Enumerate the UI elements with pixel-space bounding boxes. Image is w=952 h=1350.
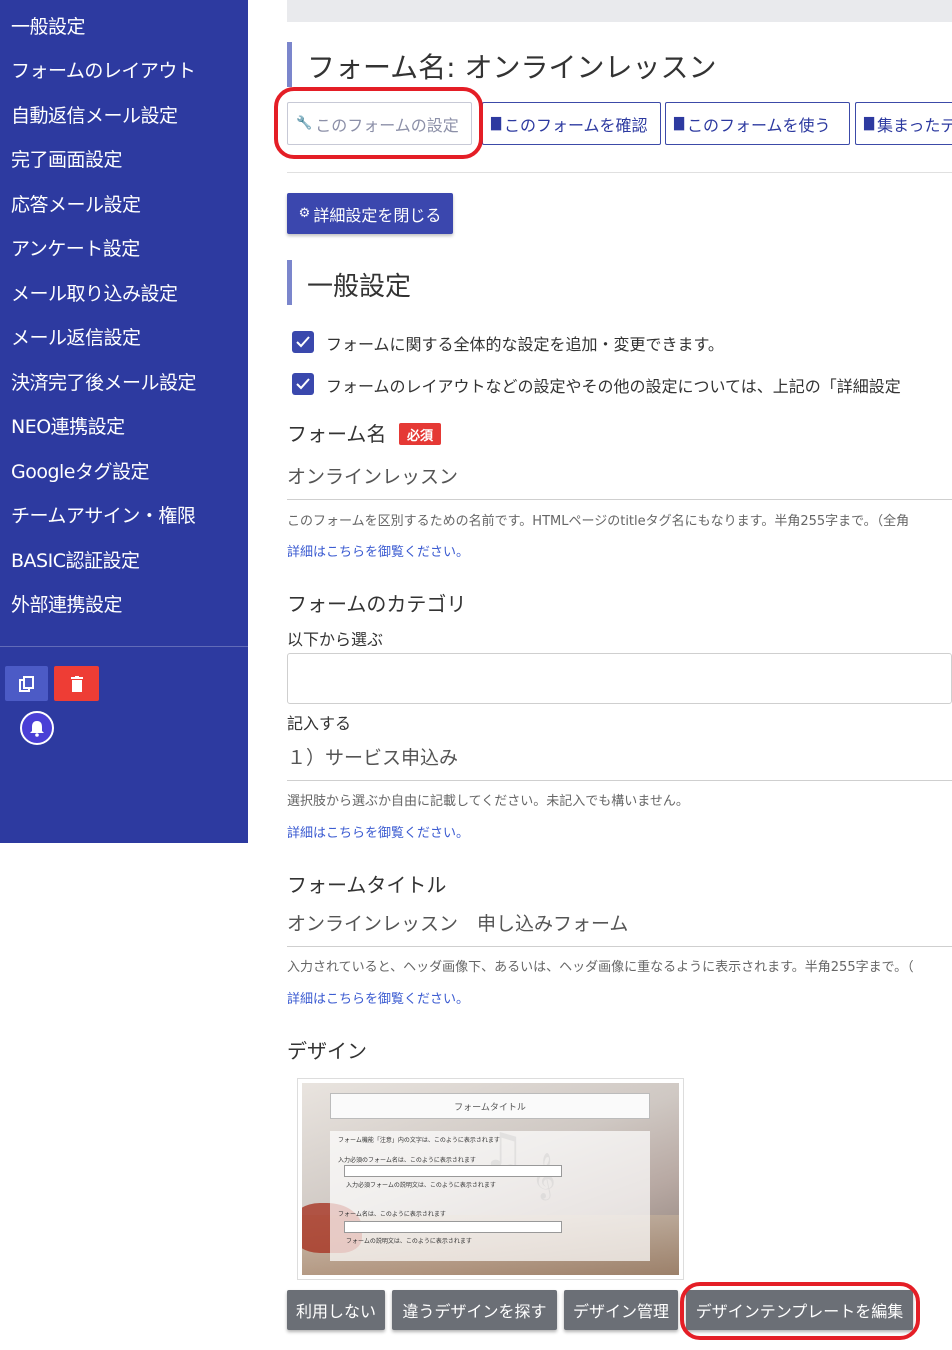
category-input[interactable]: １）サービス申込み — [287, 743, 952, 781]
category-help-link[interactable]: 詳細はこちらを御覧ください。 — [287, 822, 469, 841]
design-preview[interactable]: ♫ 𝄞 フォームタイトル フォーム機能「注意」内の文字は、このように表示されます… — [297, 1078, 684, 1280]
form-name-label: フォーム名 — [287, 422, 387, 446]
close-detail-settings-button[interactable]: ⚙ 詳細設定を閉じる — [287, 193, 453, 234]
form-title-label: フォームタイトル — [287, 873, 447, 897]
find-design-button[interactable]: 違うデザインを探す — [392, 1290, 557, 1330]
checkbox-note-2 — [292, 373, 314, 395]
sidebar-item-auto-reply[interactable]: 自動返信メール設定 — [11, 101, 178, 128]
delete-form-button[interactable] — [54, 666, 99, 701]
form-use-label: このフォームを使う — [687, 115, 831, 135]
top-bar — [287, 0, 952, 22]
sidebar-item-mail-import[interactable]: メール取り込み設定 — [11, 279, 178, 306]
sidebar-item-response-mail[interactable]: 応答メール設定 — [11, 190, 141, 217]
category-select-label: 以下から選ぶ — [287, 630, 384, 649]
preview-text-2: 入力必須のフォーム名は、このように表示されます — [338, 1157, 476, 1164]
preview-text-5: フォームの説明文は、このように表示されます — [346, 1238, 472, 1245]
sidebar-item-basic-auth[interactable]: BASIC認証設定 — [11, 546, 140, 573]
checkbox-note-1 — [292, 331, 314, 353]
checkmark-icon — [296, 336, 310, 348]
title-accent-bar — [287, 42, 292, 87]
form-use-button[interactable]: ▇ このフォームを使う — [665, 102, 850, 145]
form-name-help-link[interactable]: 詳細はこちらを御覧ください。 — [287, 541, 469, 560]
form-preview-label: このフォームを確認 — [504, 115, 648, 135]
document-icon: ▇ — [491, 116, 501, 131]
design-preview-image: ♫ 𝄞 フォームタイトル フォーム機能「注意」内の文字は、このように表示されます… — [302, 1083, 679, 1275]
form-title-input[interactable]: オンラインレッスン 申し込みフォーム — [287, 909, 952, 947]
checkmark-icon — [296, 378, 310, 390]
message-icon: ▇ — [864, 116, 874, 131]
form-title-help-link[interactable]: 詳細はこちらを御覧ください。 — [287, 988, 469, 1007]
category-select[interactable] — [287, 653, 952, 704]
form-settings-button[interactable]: 🔧 このフォームの設定 — [287, 102, 472, 145]
collected-data-button[interactable]: ▇ 集まったデ — [855, 102, 952, 145]
sidebar-item-complete-page[interactable]: 完了画面設定 — [11, 145, 123, 172]
category-input-label: 記入する — [287, 714, 352, 733]
form-title-help: 入力されていると、ヘッダ画像下、あるいは、ヘッダ画像に重なるように表示されます。… — [287, 960, 914, 975]
preview-title: フォームタイトル — [330, 1093, 650, 1119]
sidebar-item-team-assign[interactable]: チームアサイン・権限 — [11, 501, 196, 528]
form-name-help: このフォームを区別するための名前です。HTMLページのtitleタグ名にもなりま… — [287, 514, 910, 529]
document-icon: ▇ — [674, 116, 684, 131]
form-preview-button[interactable]: ▇ このフォームを確認 — [482, 102, 661, 145]
design-label: デザイン — [287, 1039, 367, 1063]
bell-icon — [30, 721, 44, 737]
sidebar-item-layout[interactable]: フォームのレイアウト — [11, 56, 196, 83]
note-text-2: フォームのレイアウトなどの設定やその他の設定については、上記の「詳細設定 — [326, 377, 901, 396]
collected-data-label: 集まったデ — [877, 115, 952, 135]
close-detail-settings-label: 詳細設定を閉じる — [313, 205, 442, 225]
sidebar-item-google-tag[interactable]: Googleタグ設定 — [11, 457, 150, 484]
preview-field-1 — [344, 1165, 562, 1177]
category-label: フォームのカテゴリ — [287, 592, 467, 616]
form-settings-label: このフォームの設定 — [315, 115, 459, 135]
sidebar-item-neo[interactable]: NEO連携設定 — [11, 412, 125, 439]
manage-design-button[interactable]: デザイン管理 — [564, 1290, 678, 1330]
required-badge: 必須 — [399, 423, 441, 445]
preview-text-3: 入力必須フォームの説明文は、このように表示されます — [346, 1182, 496, 1189]
no-design-button[interactable]: 利用しない — [287, 1290, 385, 1330]
section-accent-bar — [287, 260, 292, 305]
sidebar-item-payment-mail[interactable]: 決済完了後メール設定 — [11, 368, 197, 395]
sidebar-item-general[interactable]: 一般設定 — [11, 12, 86, 39]
preview-text-1: フォーム機能「注意」内の文字は、このように表示されます — [338, 1137, 500, 1144]
edit-design-template-button[interactable]: デザインテンプレートを編集 — [686, 1290, 913, 1330]
section-title: 一般設定 — [307, 272, 412, 302]
divider — [287, 172, 952, 173]
sidebar-divider — [0, 646, 248, 647]
wrench-icon: 🔧 — [296, 116, 313, 131]
trash-icon — [70, 675, 83, 692]
sidebar-item-survey[interactable]: アンケート設定 — [11, 234, 140, 261]
sidebar-item-external[interactable]: 外部連携設定 — [11, 590, 123, 617]
sidebar: 一般設定 フォームのレイアウト 自動返信メール設定 完了画面設定 応答メール設定… — [0, 0, 248, 843]
gear-icon: ⚙ — [298, 206, 311, 221]
notification-button[interactable] — [20, 711, 54, 745]
preview-text-4: フォーム名は、このように表示されます — [338, 1211, 446, 1218]
preview-field-2 — [344, 1221, 562, 1233]
category-help: 選択肢から選ぶか自由に記載してください。未記入でも構いません。 — [287, 794, 689, 809]
form-name-input[interactable]: オンラインレッスン — [287, 462, 952, 500]
page-title: フォーム名: オンラインレッスン — [307, 51, 717, 84]
note-text-1: フォームに関する全体的な設定を追加・変更できます。 — [326, 335, 724, 354]
copy-form-button[interactable] — [5, 666, 48, 701]
copy-icon — [18, 675, 34, 692]
sidebar-item-mail-reply[interactable]: メール返信設定 — [11, 323, 141, 350]
